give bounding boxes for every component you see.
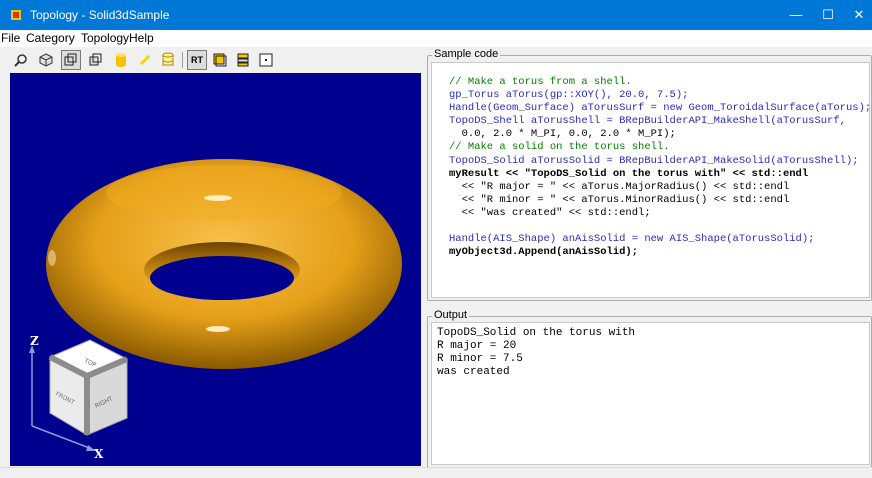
code-block: // Make a torus from a shell. gp_Torus aT… <box>449 76 871 259</box>
output-block: TopoDS_Solid on the torus with R major = … <box>437 327 635 379</box>
code-line: myObject3d.Append(anAisSolid); <box>449 246 639 259</box>
sample-code-title: Sample code <box>432 48 501 60</box>
output-line: TopoDS_Solid on the torus with <box>437 327 636 339</box>
torus-shape[interactable] <box>46 159 402 369</box>
menu-bar: File Category Topology Help <box>0 30 872 47</box>
view-cube[interactable]: TOP FRONT RIGHT <box>29 339 129 451</box>
code-line: Handle(Geom_Surface) aTorusSurf = new Ge… <box>449 102 872 115</box>
sample-code-group: Sample code // Make a torus from a shell… <box>427 48 872 301</box>
zoom-button[interactable] <box>11 50 31 70</box>
close-button[interactable]: ✕ <box>836 0 872 30</box>
sample-code-editor[interactable]: // Make a torus from a shell. gp_Torus aT… <box>431 62 871 298</box>
cylinder-outline-icon <box>162 52 174 66</box>
viewer-canvas: TOP FRONT RIGHT Z X <box>29 159 402 461</box>
code-line: TopoDS_Shell aTorusShell = BRepBuilderAP… <box>449 115 846 128</box>
code-line: TopoDS_Solid aTorusSolid = BRepBuilderAP… <box>449 154 859 167</box>
code-line: gp_Torus aTorus(gp::XOY(), 20.0, 7.5); <box>449 89 689 102</box>
title-bar: Topology - Solid3dSample — ☐ ✕ <box>0 0 872 30</box>
zoom-icon <box>14 54 27 67</box>
view-cube-icon <box>39 53 53 67</box>
menu-help[interactable]: Help <box>129 31 154 45</box>
output-line: was created <box>437 366 510 379</box>
view-cube-button[interactable] <box>36 50 56 70</box>
menu-file[interactable]: File <box>1 31 20 45</box>
wireframe-box-icon <box>64 53 77 66</box>
color-button[interactable] <box>111 50 131 70</box>
code-line: << "R major = " << aTorus.MajorRadius() … <box>449 180 790 193</box>
output-group: Output TopoDS_Solid on the torus with R m… <box>427 309 872 468</box>
toolbar-separator <box>182 52 183 68</box>
shaded-box-icon <box>89 53 102 66</box>
shaded-button[interactable] <box>86 50 106 70</box>
fit-all-icon <box>259 53 273 67</box>
material-button[interactable] <box>135 50 155 70</box>
window-icon <box>213 53 227 67</box>
3d-viewer[interactable]: TOP FRONT RIGHT Z X <box>10 73 421 466</box>
layers-button[interactable] <box>233 50 253 70</box>
solid-cylinder-icon <box>116 53 126 67</box>
wireframe-button[interactable] <box>61 50 81 70</box>
window-title: Topology - Solid3dSample <box>30 8 170 22</box>
axis-x-label: X <box>94 447 104 461</box>
code-line: // Make a torus from a shell. <box>449 76 632 88</box>
code-line: // Make a solid on the torus shell. <box>449 141 670 154</box>
code-line: ​ <box>449 220 871 233</box>
window-button[interactable] <box>210 50 230 70</box>
output-title: Output <box>432 309 470 321</box>
rt-label: RT <box>191 55 203 65</box>
app-icon <box>11 10 21 20</box>
pencil-icon <box>139 54 151 66</box>
status-bar <box>0 467 872 478</box>
code-line: Handle(AIS_Shape) anAisSolid = new AIS_S… <box>449 233 815 246</box>
output-line: R major = 20 <box>437 340 517 353</box>
layers-icon <box>237 53 249 67</box>
code-line: << "was created" << std::endl; <box>449 206 651 219</box>
output-text-area[interactable]: TopoDS_Solid on the torus with R major = … <box>431 322 870 465</box>
output-line: R minor = 7.5 <box>437 353 523 366</box>
transparency-button[interactable] <box>158 50 178 70</box>
code-line: << "R minor = " << aTorus.MinorRadius() … <box>449 193 790 206</box>
menu-topology[interactable]: Topology <box>81 31 129 45</box>
axis-z-label: Z <box>30 334 39 348</box>
toolbar: RT <box>0 47 421 73</box>
fit-all-button[interactable] <box>256 50 276 70</box>
code-line: 0.0, 2.0 * M_PI, 0.0, 2.0 * M_PI); <box>449 128 676 141</box>
code-line: myResult << "TopoDS_Solid on the torus w… <box>449 167 809 180</box>
ray-tracing-button[interactable]: RT <box>187 50 207 70</box>
menu-category[interactable]: Category <box>26 31 75 45</box>
